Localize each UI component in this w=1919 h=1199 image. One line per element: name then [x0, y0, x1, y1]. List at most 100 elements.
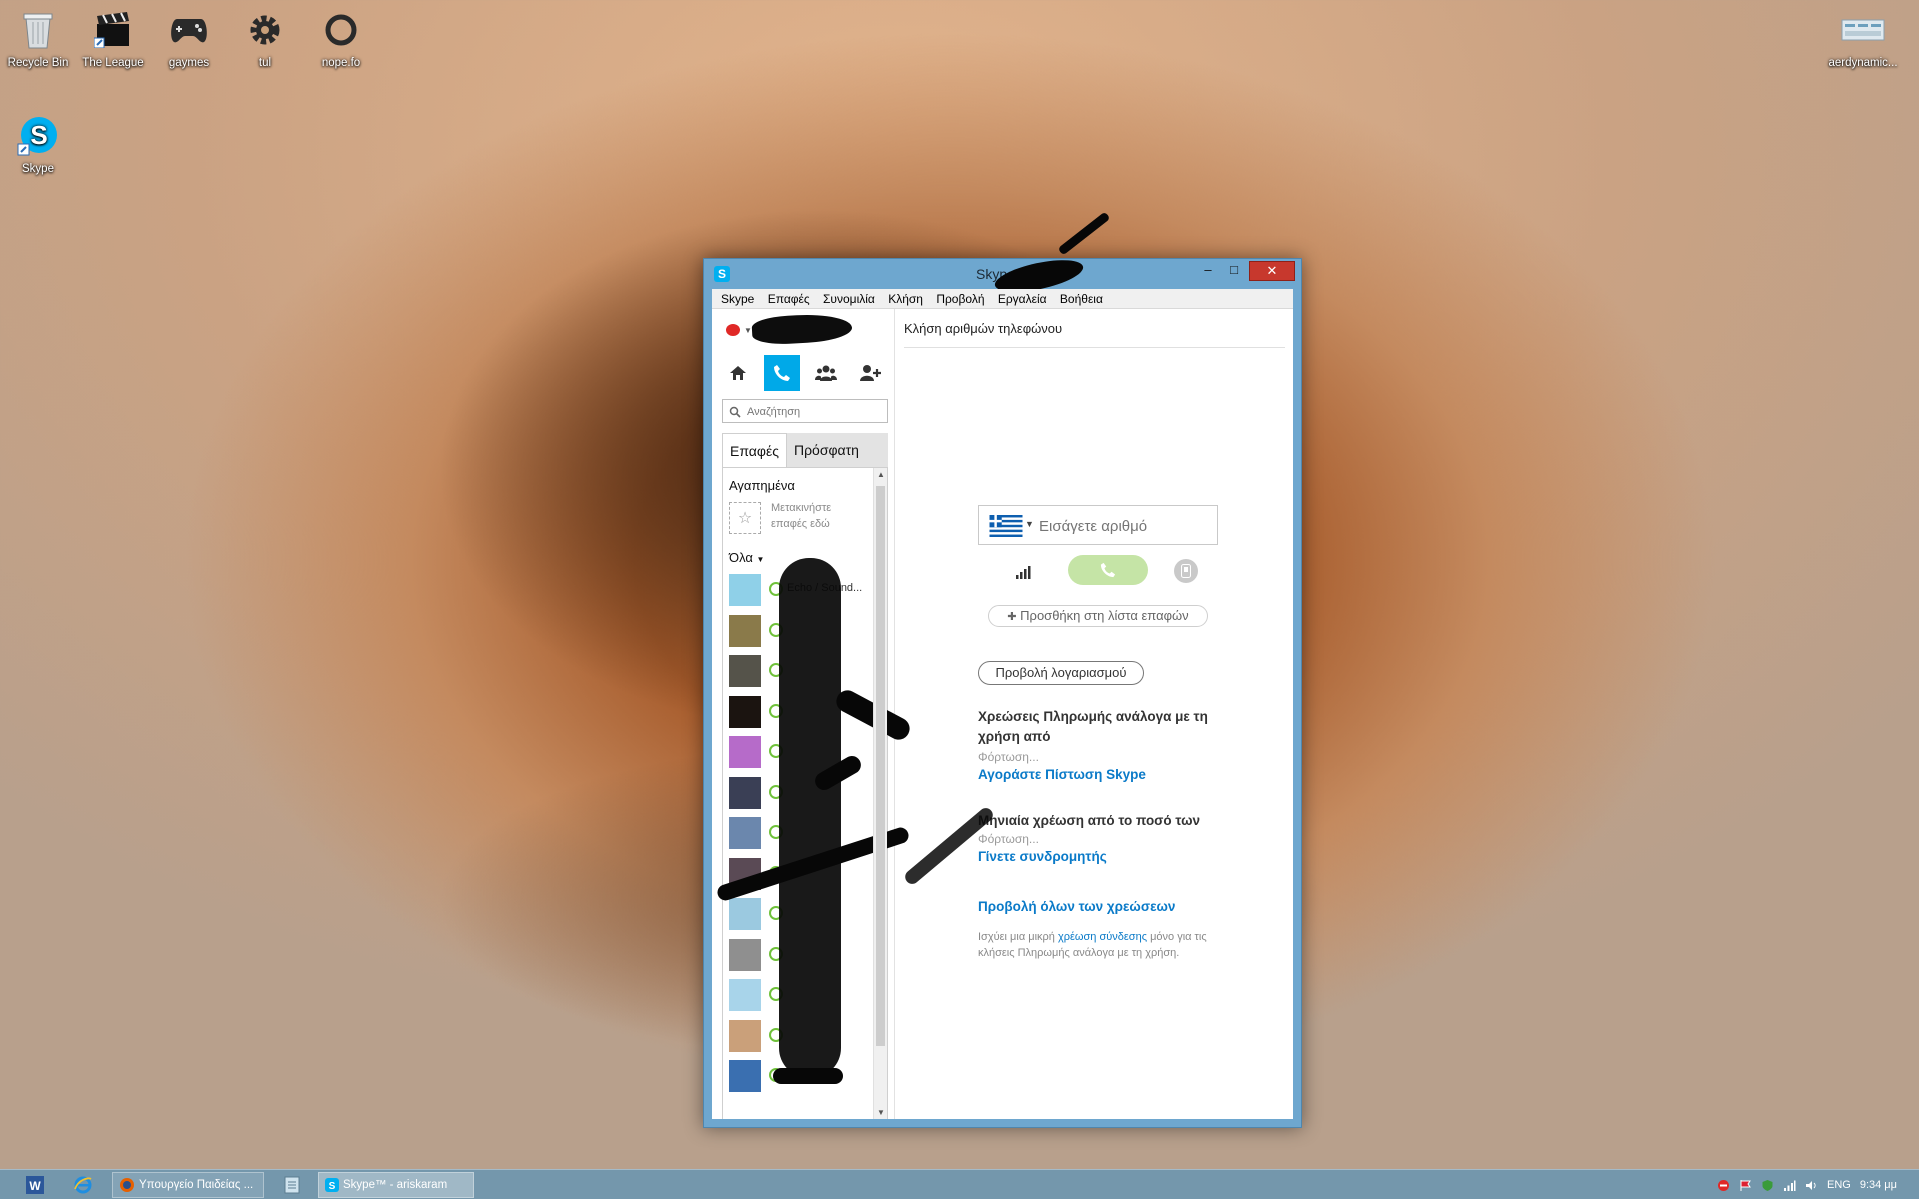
- menu-conversation[interactable]: Συνομιλία: [819, 289, 881, 309]
- menu-help[interactable]: Βοήθεια: [1056, 289, 1109, 309]
- svg-text:S: S: [30, 120, 47, 150]
- taskbar-word[interactable]: W: [26, 1172, 44, 1198]
- connection-fee-link[interactable]: χρέωση σύνδεσης: [1058, 931, 1147, 943]
- page-title: Κλήση αριθμών τηλεφώνου: [904, 321, 1063, 336]
- scroll-down-arrow-icon[interactable]: ▼: [874, 1108, 888, 1117]
- redaction-scribble: [751, 312, 853, 346]
- view-all-rates-link[interactable]: Προβολή όλων των χρεώσεων: [978, 899, 1228, 914]
- desktop-icon-label: Skype: [22, 163, 54, 175]
- scroll-up-arrow-icon[interactable]: ▲: [874, 470, 888, 479]
- desktop-icon-recycle-bin[interactable]: Recycle Bin: [1, 0, 75, 70]
- dialpad-button[interactable]: [1174, 559, 1198, 583]
- security-shield-icon[interactable]: [1761, 1179, 1774, 1192]
- volume-icon[interactable]: [1805, 1179, 1818, 1192]
- taskbar-button-label: Skype™ - ariskaram: [343, 1179, 448, 1191]
- menu-tools[interactable]: Εργαλεία: [994, 289, 1053, 309]
- view-account-button[interactable]: Προβολή λογαριασμού: [978, 661, 1144, 685]
- contact-list-item[interactable]: [729, 776, 783, 809]
- taskbar-button-skype[interactable]: S Skype™ - ariskaram: [318, 1172, 474, 1198]
- redaction-scribble: [779, 558, 841, 1078]
- contact-list-item[interactable]: [729, 817, 783, 849]
- desktop-icon-label: aerdynamic...: [1828, 57, 1898, 69]
- tab-recent[interactable]: Πρόσφατη: [786, 433, 888, 467]
- buy-credit-link[interactable]: Αγοράστε Πίστωση Skype: [978, 767, 1228, 782]
- payg-heading: Χρεώσεις Πληρωμής ανάλογα με τη χρήση απ…: [978, 709, 1208, 744]
- close-button[interactable]: ✕: [1249, 261, 1295, 281]
- skype-tray-icon[interactable]: [1717, 1179, 1730, 1192]
- redaction-scribble: [773, 1068, 843, 1084]
- contact-list-item[interactable]: [729, 655, 783, 687]
- tab-contacts[interactable]: Επαφές: [722, 433, 787, 467]
- favorites-hint: Μετακινήστε επαφές εδώ: [771, 502, 832, 530]
- all-contacts-heading[interactable]: Όλα ▼: [729, 550, 764, 565]
- menu-view[interactable]: Προβολή: [932, 289, 990, 309]
- internet-explorer-icon: [74, 1176, 92, 1194]
- minimize-button[interactable]: –: [1195, 261, 1221, 281]
- taskbar-internet-explorer[interactable]: [74, 1172, 92, 1198]
- search-box[interactable]: [722, 399, 888, 423]
- contact-list-item[interactable]: [729, 736, 783, 768]
- search-input[interactable]: [747, 403, 883, 420]
- contact-list-item[interactable]: [729, 898, 783, 930]
- add-contact-button[interactable]: [852, 355, 888, 391]
- subscription-section: Μηνιαία χρέωση από το ποσό των Φόρτωση..…: [978, 811, 1228, 864]
- action-center-flag-icon[interactable]: [1739, 1179, 1752, 1192]
- scroll-thumb[interactable]: [876, 486, 885, 1046]
- system-tray: ENG 9:34 μμ: [1717, 1170, 1919, 1199]
- add-to-contacts-button[interactable]: ✚ Προσθήκη στη λίστα επαφών: [988, 605, 1208, 627]
- taskbar-notepad[interactable]: [284, 1172, 300, 1198]
- title-bar[interactable]: S Skype™ – □ ✕: [704, 211, 1301, 299]
- home-button[interactable]: [720, 355, 756, 391]
- contact-list-scrollbar[interactable]: ▲ ▼: [873, 468, 887, 1119]
- chevron-down-icon[interactable]: ▼: [1025, 519, 1034, 529]
- contact-list-item[interactable]: [729, 979, 783, 1011]
- network-signal-icon[interactable]: [1783, 1179, 1796, 1192]
- menu-skype[interactable]: Skype: [717, 289, 760, 309]
- group-icon: [815, 365, 837, 381]
- firefox-icon: [120, 1178, 134, 1192]
- recycle-bin-icon: [16, 8, 60, 52]
- menu-call[interactable]: Κλήση: [884, 289, 929, 309]
- contact-list-item[interactable]: [729, 695, 783, 728]
- desktop-icon-label: The League: [82, 57, 144, 69]
- subscribe-link[interactable]: Γίνετε συνδρομητής: [978, 849, 1228, 864]
- contact-list-item[interactable]: [729, 614, 783, 647]
- call-phones-button[interactable]: [764, 355, 800, 391]
- contact-list-item[interactable]: [729, 1019, 783, 1052]
- home-icon: [730, 366, 746, 380]
- phone-icon: [1100, 562, 1116, 578]
- signal-strength-icon: [1016, 565, 1034, 582]
- dial-number-box[interactable]: ▼: [978, 505, 1218, 545]
- contact-list-item[interactable]: [729, 1060, 783, 1092]
- desktop-icon-nope-fo[interactable]: nope.fo: [304, 0, 378, 70]
- skype-window[interactable]: S Skype™ – □ ✕ Skype Επαφές Συνομιλία Κλ…: [703, 211, 1302, 1128]
- monthly-heading: Μηνιαία χρέωση από το ποσό των: [978, 813, 1200, 828]
- taskbar-button-firefox[interactable]: Υπουργείο Παιδείας ...: [112, 1172, 264, 1198]
- avatar: [729, 1060, 761, 1092]
- contact-list-item[interactable]: [729, 938, 783, 971]
- clock[interactable]: 9:34 μμ: [1860, 1179, 1897, 1191]
- phone-icon: [774, 365, 790, 381]
- group-button[interactable]: [808, 355, 844, 391]
- avatar: [729, 817, 761, 849]
- desktop-icon-gaymes[interactable]: gaymes: [152, 0, 226, 70]
- notepad-icon: [284, 1176, 300, 1194]
- input-language-indicator[interactable]: ENG: [1827, 1179, 1851, 1191]
- skype-icon: S: [325, 1178, 339, 1192]
- avatar: [729, 736, 761, 768]
- desktop-icon-skype[interactable]: S Skype: [1, 106, 75, 176]
- avatar: [729, 574, 761, 606]
- window-client-area: ▼ Επαφ: [712, 309, 1293, 1119]
- maximize-button[interactable]: □: [1221, 261, 1247, 281]
- call-button[interactable]: [1068, 555, 1148, 585]
- phone-number-input[interactable]: [1039, 516, 1209, 536]
- menu-contacts[interactable]: Επαφές: [764, 289, 816, 309]
- desktop-icon-aerdynamic[interactable]: aerdynamic...: [1823, 0, 1903, 70]
- contact-list[interactable]: Αγαπημένα ☆ Μετακινήστε επαφές εδώ Όλα ▼…: [715, 467, 914, 1119]
- greece-flag-icon[interactable]: [989, 515, 1023, 537]
- desktop-icon-tul[interactable]: tul: [228, 0, 302, 70]
- desktop-icon-the-league[interactable]: The League: [76, 0, 150, 70]
- status-selector[interactable]: ▼: [726, 321, 752, 339]
- contact-list-item[interactable]: Echo / Sound...: [729, 574, 862, 606]
- avatar: [729, 938, 761, 971]
